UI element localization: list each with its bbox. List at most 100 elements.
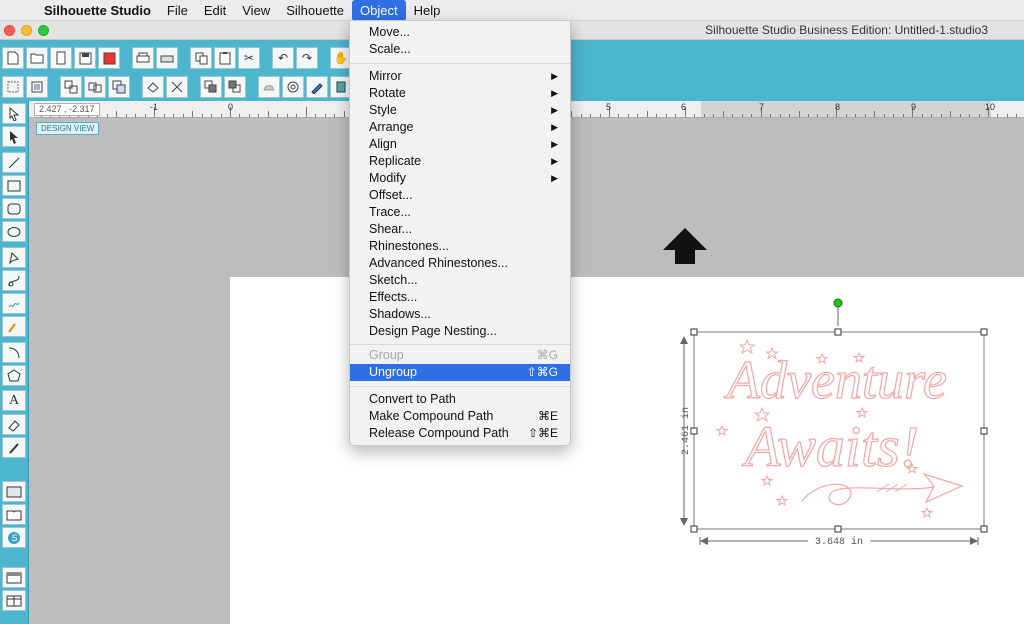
close-window-button[interactable]: [4, 25, 15, 36]
open-sd-icon[interactable]: [50, 47, 72, 69]
undo-icon[interactable]: ↶: [272, 47, 294, 69]
knife-tool-icon[interactable]: [2, 437, 26, 458]
menu-shortcut: ⇧⌘E: [527, 426, 558, 440]
menu-view[interactable]: View: [234, 0, 278, 21]
shape-tool-icon[interactable]: [258, 76, 280, 98]
polygon-tool-icon[interactable]: [2, 247, 26, 268]
menu-item-design-page-nesting[interactable]: Design Page Nesting...: [350, 323, 570, 340]
menu-item-effects[interactable]: Effects...: [350, 289, 570, 306]
menu-silhouette-studio[interactable]: Silhouette Studio: [36, 0, 159, 21]
window-title: Silhouette Studio Business Edition: Unti…: [705, 23, 988, 37]
resize-handle-bl[interactable]: [690, 525, 698, 533]
menu-edit[interactable]: Edit: [196, 0, 234, 21]
redo-icon[interactable]: ↷: [296, 47, 318, 69]
menu-item-rotate[interactable]: Rotate ▶: [350, 85, 570, 102]
point-edit-icon[interactable]: [282, 76, 304, 98]
menu-item-arrange[interactable]: Arrange ▶: [350, 119, 570, 136]
library-book-icon[interactable]: [2, 504, 26, 525]
replicate-icon[interactable]: [142, 76, 164, 98]
ruler-tick: [817, 114, 819, 117]
ruler-tick: [324, 114, 326, 117]
save-icon[interactable]: [74, 47, 96, 69]
menu-item-shadows[interactable]: Shadows...: [350, 306, 570, 323]
menu-item-offset[interactable]: Offset...: [350, 187, 570, 204]
registration-marks-icon[interactable]: [2, 76, 24, 98]
ellipse-tool-icon[interactable]: [2, 221, 26, 242]
curve-tool-icon[interactable]: [2, 270, 26, 291]
rotation-handle[interactable]: [833, 298, 843, 308]
split-view-icon[interactable]: [2, 590, 26, 611]
minimize-window-button[interactable]: [21, 25, 32, 36]
resize-handle-b[interactable]: [834, 525, 842, 533]
select-arrow-icon[interactable]: [2, 103, 26, 124]
menu-file[interactable]: File: [159, 0, 196, 21]
resize-handle-tl[interactable]: [690, 328, 698, 336]
resize-handle-t[interactable]: [834, 328, 842, 336]
ruler-tick: [789, 114, 791, 117]
ungroup-icon[interactable]: [60, 76, 82, 98]
copy-icon[interactable]: [190, 47, 212, 69]
bring-front-icon[interactable]: [200, 76, 222, 98]
line-tool-icon[interactable]: [2, 152, 26, 173]
page-setup-icon[interactable]: [2, 481, 26, 502]
menu-item-make-compound-path[interactable]: Make Compound Path ⌘E: [350, 408, 570, 425]
save-library-icon[interactable]: [98, 47, 120, 69]
design-view-tab[interactable]: DESIGN VIEW: [36, 122, 100, 135]
menu-item-modify[interactable]: Modify ▶: [350, 170, 570, 187]
smooth-freehand-tool-icon[interactable]: [2, 316, 26, 337]
selected-design[interactable]: 2.461 in 3.648 in Adventure Awaits!: [672, 296, 1022, 571]
menu-item-shear[interactable]: Shear...: [350, 221, 570, 238]
pen-tool-icon[interactable]: [306, 76, 328, 98]
compound-path-icon[interactable]: [84, 76, 106, 98]
menu-item-rhinestones[interactable]: Rhinestones...: [350, 238, 570, 255]
menu-item-label: Arrange: [369, 120, 414, 134]
menu-shortcut: ⇧⌘G: [526, 365, 558, 379]
new-doc-icon[interactable]: [2, 47, 24, 69]
menu-item-convert-to-path[interactable]: Convert to Path: [350, 391, 570, 408]
resize-handle-tr[interactable]: [980, 328, 988, 336]
arc-tool-icon[interactable]: [2, 342, 26, 363]
menu-item-group[interactable]: Group ⌘G: [350, 347, 570, 364]
rounded-rect-tool-icon[interactable]: [2, 198, 26, 219]
menu-item-align[interactable]: Align ▶: [350, 136, 570, 153]
menu-item-scale[interactable]: Scale...: [350, 41, 570, 58]
print-cut-icon[interactable]: [156, 47, 178, 69]
regular-polygon-tool-icon[interactable]: [2, 365, 26, 386]
knife-icon[interactable]: [166, 76, 188, 98]
menu-item-label: Advanced Rhinestones...: [369, 256, 508, 270]
menu-item-trace[interactable]: Trace...: [350, 204, 570, 221]
ruler-tick: [211, 114, 213, 117]
ruler-tick: [277, 114, 279, 117]
menu-item-replicate[interactable]: Replicate ▶: [350, 153, 570, 170]
ruler-tick: [845, 114, 847, 117]
menu-item-mirror[interactable]: Mirror ▶: [350, 68, 570, 85]
menu-object[interactable]: Object: [352, 0, 406, 21]
eraser-tool-icon[interactable]: [2, 414, 26, 435]
send-back-icon[interactable]: [224, 76, 246, 98]
group-icon[interactable]: [26, 76, 48, 98]
ruler-tick: [902, 114, 904, 117]
panel-toggle-icon[interactable]: [2, 567, 26, 588]
menu-silhouette[interactable]: Silhouette: [278, 0, 352, 21]
menu-item-release-compound-path[interactable]: Release Compound Path ⇧⌘E: [350, 425, 570, 442]
paste-icon[interactable]: [214, 47, 236, 69]
resize-handle-br[interactable]: [980, 525, 988, 533]
release-compound-icon[interactable]: [108, 76, 130, 98]
maximize-window-button[interactable]: [38, 25, 49, 36]
menu-item-ungroup[interactable]: Ungroup ⇧⌘G: [350, 364, 570, 381]
point-edit-icon[interactable]: [2, 126, 26, 147]
rectangle-tool-icon[interactable]: [2, 175, 26, 196]
menu-help[interactable]: Help: [406, 0, 449, 21]
resize-handle-r[interactable]: [980, 427, 988, 435]
text-tool-icon[interactable]: A: [2, 390, 26, 411]
cut-icon[interactable]: ✂: [238, 47, 260, 69]
menu-item-style[interactable]: Style ▶: [350, 102, 570, 119]
silhouette-store-icon[interactable]: S: [2, 527, 26, 548]
menu-item-advanced-rhinestones[interactable]: Advanced Rhinestones...: [350, 255, 570, 272]
menu-item-move[interactable]: Move...: [350, 24, 570, 41]
menu-item-sketch[interactable]: Sketch...: [350, 272, 570, 289]
print-icon[interactable]: [132, 47, 154, 69]
menu-item-label: Make Compound Path: [369, 409, 494, 423]
freehand-tool-icon[interactable]: [2, 293, 26, 314]
open-folder-icon[interactable]: [26, 47, 48, 69]
